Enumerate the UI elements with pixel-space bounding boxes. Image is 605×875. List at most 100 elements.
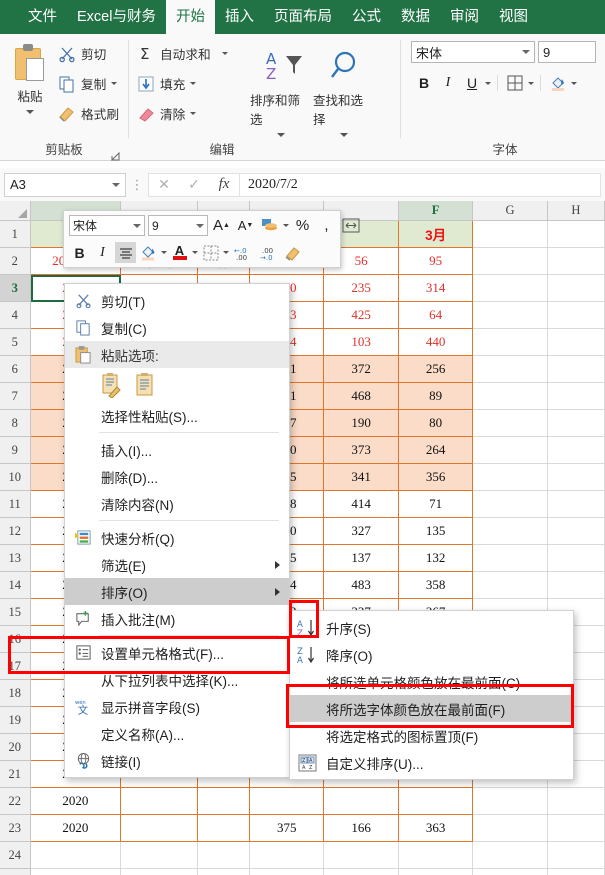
context-menu-item-1[interactable]: 复制(C) [65,314,289,341]
row-header-8[interactable]: 8 [0,410,31,437]
merge-cells-icon[interactable] [340,215,362,236]
grid-cell[interactable]: 358 [398,572,474,599]
row-header-21[interactable]: 21 [0,761,31,788]
grid-cell[interactable]: 190 [324,410,399,437]
context-menu-item-10[interactable]: 快速分析(Q) [65,524,289,551]
grid-cell[interactable] [198,869,251,875]
context-menu-item-11[interactable]: 筛选(E) [65,551,289,578]
grid-cell[interactable]: 356 [398,464,474,491]
context-menu-item-7[interactable]: 删除(D)... [65,463,289,490]
grid-cell[interactable]: 137 [324,545,399,572]
row-header-5[interactable]: 5 [0,329,31,356]
grid-cell[interactable]: 64 [398,302,474,329]
italic-button[interactable]: I [437,72,459,94]
grid-cell[interactable] [473,545,548,572]
row-header-14[interactable]: 14 [0,572,31,599]
name-box[interactable]: A3 [4,172,126,197]
sort-submenu-item-3[interactable]: 将所选字体颜色放在最前面(F) [290,695,573,722]
row-header-20[interactable]: 20 [0,734,31,761]
row-header-12[interactable]: 12 [0,518,31,545]
grid-cell[interactable]: 166 [324,815,399,842]
grid-cell[interactable] [399,869,474,875]
chevron-down-icon[interactable] [26,110,34,114]
grid-cell[interactable] [547,248,605,275]
grid-cell[interactable] [473,275,548,302]
grid-cell[interactable] [547,842,605,869]
chevron-down-icon[interactable] [277,133,285,137]
grid-cell[interactable] [473,221,548,248]
grid-cell[interactable] [547,437,605,464]
grid-cell[interactable]: 71 [398,491,474,518]
chevron-down-icon[interactable] [221,52,228,55]
fill-color-button[interactable] [547,72,569,94]
tab-file[interactable]: 文件 [18,0,67,34]
grid-cell[interactable] [473,464,548,491]
grid-cell[interactable] [547,383,605,410]
grid-cell[interactable]: 468 [324,383,399,410]
column-header-f[interactable]: F [398,201,474,221]
context-menu-item-12[interactable]: 排序(O) [65,578,289,605]
grid-cell[interactable] [473,410,548,437]
grid-cell[interactable] [547,275,605,302]
grid-cell[interactable] [473,383,548,410]
grid-cell[interactable] [121,788,198,815]
grid-cell[interactable] [250,788,325,815]
chevron-down-icon[interactable] [571,81,577,85]
autosum-button[interactable]: Σ 自动求和 [137,44,228,63]
chevron-down-icon[interactable] [161,251,167,254]
row-header-2[interactable]: 2 [0,248,31,275]
font-name-combobox[interactable]: 宋体 [411,41,535,63]
grid-cell[interactable] [473,437,548,464]
percent-style-button[interactable]: % [292,215,313,236]
row-header-6[interactable]: 6 [0,356,31,383]
grid-cell[interactable] [548,869,605,875]
grid-cell[interactable] [31,869,122,875]
chevron-down-icon[interactable] [196,223,204,228]
paste-button[interactable]: 粘贴 [6,40,54,136]
shrink-font-button[interactable]: A ▼ [235,215,256,236]
context-menu-item-0[interactable]: 剪切(T) [65,287,289,314]
grid-cell[interactable] [547,815,605,842]
sort-submenu-item-4[interactable]: 将选定格式的图标置顶(F) [290,722,573,749]
grid-cell[interactable]: 327 [324,518,399,545]
grid-cell[interactable] [473,572,548,599]
underline-button[interactable]: U [461,72,483,94]
row-header-7[interactable]: 7 [0,383,31,410]
grid-cell[interactable] [324,842,399,869]
grid-cell[interactable] [547,329,605,356]
grid-cell[interactable] [473,842,548,869]
cancel-icon[interactable]: ✕ [149,176,179,193]
fill-button[interactable]: 填充 [137,74,197,93]
chevron-down-icon[interactable] [190,112,197,115]
grow-font-button[interactable]: A ▲ [211,215,232,236]
grid-cell[interactable]: 314 [398,275,474,302]
grid-cell[interactable] [547,518,605,545]
column-header-g[interactable]: G [473,201,548,221]
row-header-18[interactable]: 18 [0,680,31,707]
grid-cell[interactable] [473,518,548,545]
chevron-down-icon[interactable] [223,251,229,254]
row-header-19[interactable]: 19 [0,707,31,734]
chevron-down-icon[interactable] [133,223,141,228]
select-all-corner[interactable] [0,201,31,221]
grid-cell[interactable] [121,842,198,869]
grid-cell[interactable] [473,356,548,383]
mini-italic-button[interactable]: I [92,242,113,263]
grid-cell[interactable] [473,869,548,875]
sort-submenu-item-0[interactable]: A Z 升序(S) [290,614,573,641]
grid-cell[interactable] [324,869,399,875]
borders-icon[interactable] [200,242,221,263]
chevron-down-icon[interactable] [528,81,534,85]
grid-cell[interactable] [473,302,548,329]
grid-cell[interactable]: 103 [324,329,399,356]
row-header-17[interactable]: 17 [0,653,31,680]
clear-button[interactable]: 清除 [137,104,197,123]
tab-data[interactable]: 数据 [391,0,440,34]
grid-cell[interactable] [250,869,325,875]
grid-cell[interactable] [197,815,251,842]
grid-cell[interactable]: 132 [398,545,474,572]
sort-submenu-item-5[interactable]: Z A A Z 自定义排序(U)... [290,749,573,776]
clipboard-dialog-launcher[interactable] [110,148,120,161]
row-header-15[interactable]: 15 [0,599,31,626]
row-header-1[interactable]: 1 [0,221,31,248]
